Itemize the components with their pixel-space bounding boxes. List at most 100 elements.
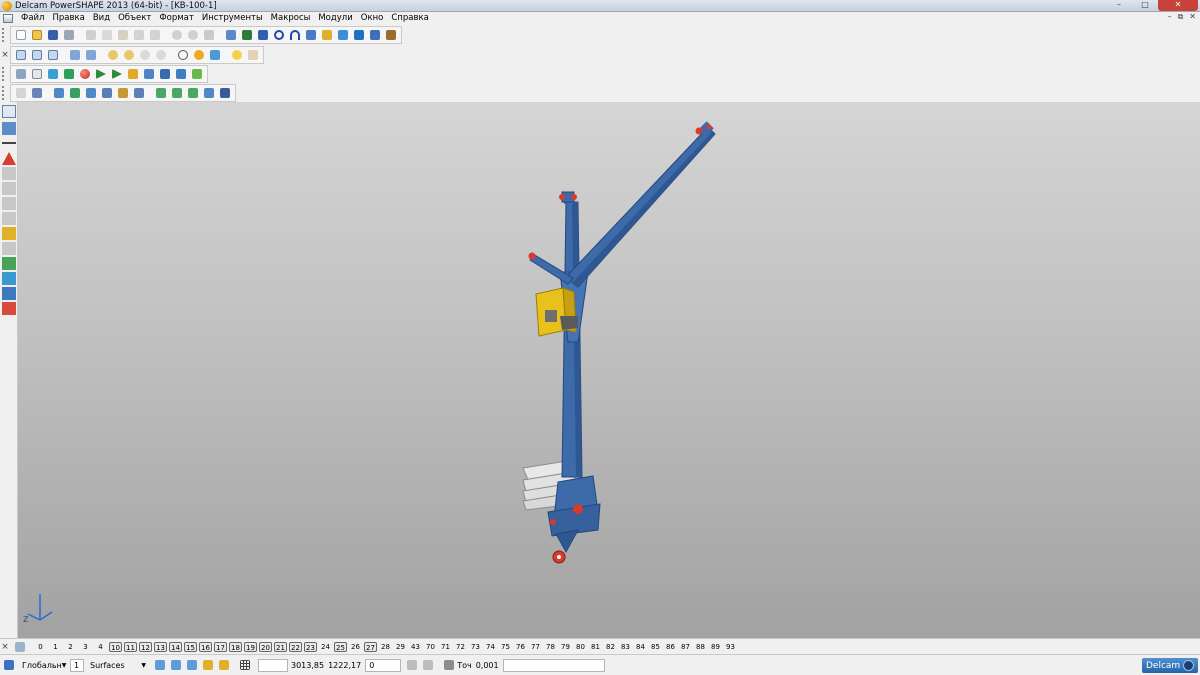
- menu-help[interactable]: Справка: [387, 13, 432, 23]
- layer-button[interactable]: 11: [124, 641, 137, 652]
- layer-visibility-icon[interactable]: [153, 658, 167, 672]
- zoom-out-icon[interactable]: [122, 48, 136, 62]
- layer-button[interactable]: 13: [154, 641, 167, 652]
- pointer-icon[interactable]: [2, 105, 16, 118]
- print-icon[interactable]: [62, 28, 76, 42]
- grid-icon[interactable]: [238, 658, 252, 672]
- command-input[interactable]: [502, 658, 605, 672]
- layer-button[interactable]: 78: [543, 642, 558, 652]
- layer-button[interactable]: 29: [393, 642, 408, 652]
- level-select[interactable]: Surfaces ▼: [87, 659, 149, 672]
- blend-icon[interactable]: [202, 86, 216, 100]
- wire-shade-icon[interactable]: [208, 48, 222, 62]
- toolbar-grip[interactable]: [2, 28, 8, 42]
- material-icon[interactable]: [46, 67, 60, 81]
- layer-bar-close-icon[interactable]: ×: [0, 642, 10, 652]
- layer-button[interactable]: 74: [483, 642, 498, 652]
- layer-button[interactable]: 25: [334, 641, 347, 652]
- layer-button[interactable]: 10: [109, 641, 122, 652]
- menu-object[interactable]: Объект: [114, 13, 155, 23]
- view-iso2-icon[interactable]: [84, 48, 98, 62]
- layer-pick-icon[interactable]: [185, 658, 199, 672]
- warning-icon[interactable]: [2, 152, 16, 165]
- scale-icon[interactable]: [2, 182, 16, 195]
- toolbar-grip-2[interactable]: [2, 67, 8, 81]
- erase-icon[interactable]: [132, 28, 146, 42]
- arrow-icon[interactable]: [110, 67, 124, 81]
- layer-button[interactable]: 89: [708, 642, 723, 652]
- layer-button[interactable]: 86: [663, 642, 678, 652]
- solid-icon[interactable]: [218, 86, 232, 100]
- layer-button[interactable]: 17: [214, 641, 227, 652]
- layer-button[interactable]: 70: [423, 642, 438, 652]
- doc-restore-button[interactable]: ⧉: [1178, 12, 1184, 22]
- mirror-icon[interactable]: [2, 167, 16, 180]
- layer-button[interactable]: 27: [364, 641, 377, 652]
- layer-button[interactable]: 81: [588, 642, 603, 652]
- menu-view[interactable]: Вид: [89, 13, 114, 23]
- menu-edit[interactable]: Правка: [48, 13, 88, 23]
- axis-icon[interactable]: [30, 86, 44, 100]
- doc-close-button[interactable]: ✕: [1189, 12, 1196, 22]
- layer-button[interactable]: 22: [289, 641, 302, 652]
- play-icon[interactable]: [94, 67, 108, 81]
- intersect-icon[interactable]: [2, 272, 16, 285]
- layer-button[interactable]: 76: [513, 642, 528, 652]
- layer-button[interactable]: 43: [408, 642, 423, 652]
- coord-z[interactable]: 0: [365, 658, 402, 672]
- surface-icon[interactable]: [320, 28, 334, 42]
- layer-button[interactable]: 71: [438, 642, 453, 652]
- extrude-icon[interactable]: [154, 86, 168, 100]
- line-icon[interactable]: [256, 28, 270, 42]
- solid-icon[interactable]: [336, 28, 350, 42]
- layer-settings-icon[interactable]: [201, 658, 215, 672]
- sphere-icon[interactable]: [78, 67, 92, 81]
- undo-icon[interactable]: [170, 28, 184, 42]
- view-top-icon[interactable]: [14, 48, 28, 62]
- select-icon[interactable]: [224, 28, 238, 42]
- layer-button[interactable]: 87: [678, 642, 693, 652]
- light-icon[interactable]: [230, 48, 244, 62]
- layer-button[interactable]: 88: [693, 642, 708, 652]
- layer-button[interactable]: 1: [48, 642, 63, 652]
- layer-button[interactable]: 79: [558, 642, 573, 652]
- menu-tools[interactable]: Инструменты: [198, 13, 267, 23]
- snap-icon[interactable]: [217, 658, 231, 672]
- new-icon[interactable]: [14, 28, 28, 42]
- layer-button[interactable]: 18: [229, 641, 242, 652]
- layer-button[interactable]: 93: [723, 642, 738, 652]
- layer-button[interactable]: 72: [453, 642, 468, 652]
- maximize-button[interactable]: □: [1132, 0, 1158, 11]
- layer-button[interactable]: 3: [78, 642, 93, 652]
- toolbar-grip-3[interactable]: [2, 86, 8, 100]
- spring-icon[interactable]: [132, 86, 146, 100]
- line-tool-icon[interactable]: [2, 142, 16, 144]
- torus-icon[interactable]: [100, 86, 114, 100]
- layer-button[interactable]: 20: [259, 641, 272, 652]
- layer-button[interactable]: 77: [528, 642, 543, 652]
- table-icon[interactable]: [158, 67, 172, 81]
- cone-icon[interactable]: [84, 86, 98, 100]
- arc-icon[interactable]: [288, 28, 302, 42]
- solid-block-icon[interactable]: [116, 86, 130, 100]
- level-number-field[interactable]: 1: [70, 658, 84, 672]
- view-side-icon[interactable]: [46, 48, 60, 62]
- mesh-icon[interactable]: [352, 28, 366, 42]
- layer-button[interactable]: 14: [169, 641, 182, 652]
- layer-icon[interactable]: [14, 67, 28, 81]
- layer-button[interactable]: 82: [603, 642, 618, 652]
- drawing-icon[interactable]: [174, 67, 188, 81]
- layer-button[interactable]: 19: [244, 641, 257, 652]
- repeat-icon[interactable]: [202, 28, 216, 42]
- layer-button[interactable]: 84: [633, 642, 648, 652]
- curve-icon[interactable]: [304, 28, 318, 42]
- layer-button[interactable]: 15: [184, 641, 197, 652]
- layer-manager-icon[interactable]: [405, 658, 419, 672]
- layer-button[interactable]: 85: [648, 642, 663, 652]
- close-button[interactable]: ✕: [1158, 0, 1198, 11]
- layer-lock-icon[interactable]: [169, 658, 183, 672]
- document-list-icon[interactable]: [30, 67, 44, 81]
- layer-button[interactable]: 73: [468, 642, 483, 652]
- menu-window[interactable]: Окно: [357, 13, 388, 23]
- zoom-window-icon[interactable]: [138, 48, 152, 62]
